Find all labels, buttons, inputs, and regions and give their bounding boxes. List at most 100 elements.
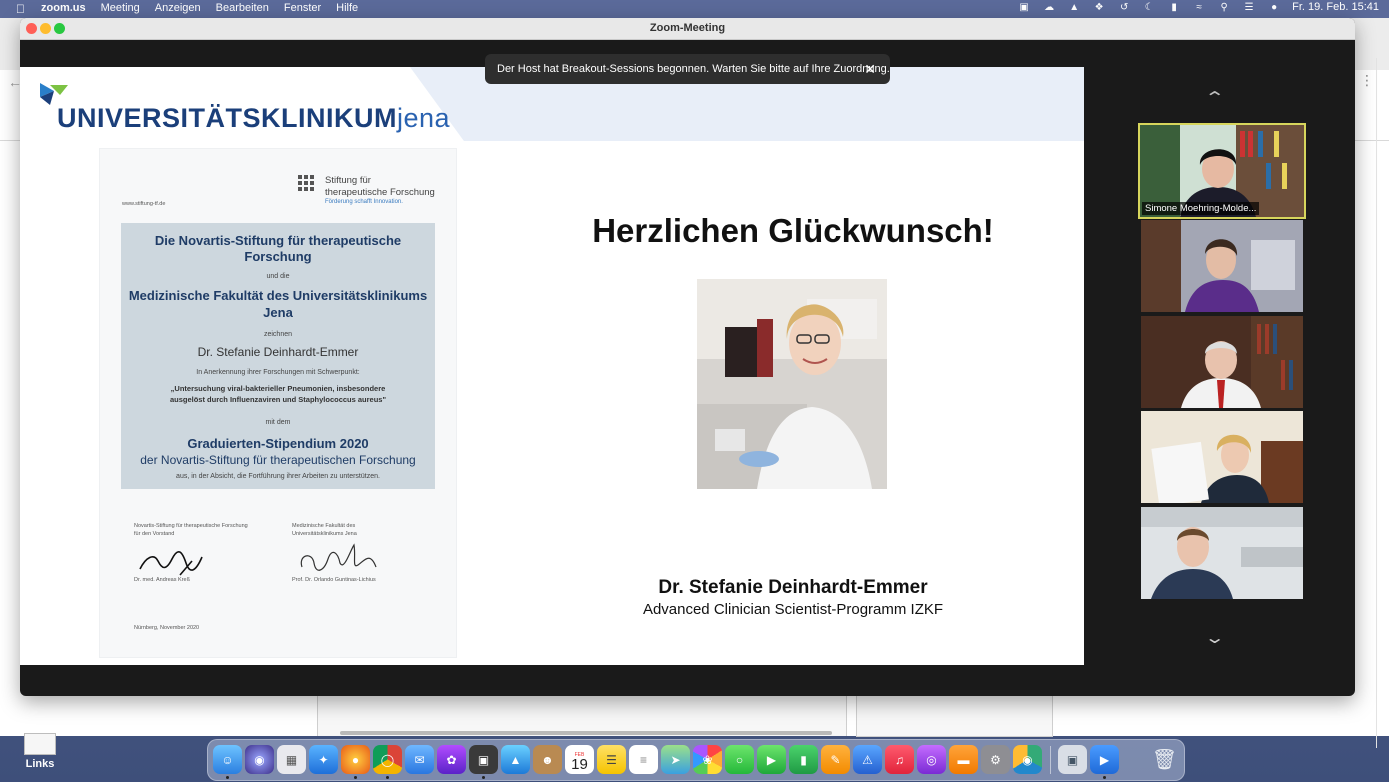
facetime-icon[interactable]: ▶ xyxy=(757,745,786,774)
certificate-faculty: Medizinische Fakultät des Universitätskl… xyxy=(128,288,428,320)
warning-icon[interactable]: ▲ xyxy=(1067,1,1081,13)
logo-main-text: UNIVERSITÄTSKLINIKUM xyxy=(57,103,397,133)
shared-slide: UNIVERSITÄTSKLINIKUMjena Stiftung für the… xyxy=(20,67,1084,665)
slide-person-name: Dr. Stefanie Deinhardt-Emmer xyxy=(658,577,928,598)
minimize-window-button[interactable] xyxy=(40,23,51,34)
close-icon[interactable]: ✕ xyxy=(864,61,876,78)
maps-icon[interactable]: ➤ xyxy=(661,745,690,774)
signature-left-line2: für den Vorstand xyxy=(134,531,175,537)
signature-right-block: Medizinische Fakultät des Universitätskl… xyxy=(292,522,357,538)
participant-video xyxy=(1141,507,1303,599)
extension-icon[interactable]: ❖ xyxy=(1092,1,1106,13)
foundation-name-line1: Stiftung für xyxy=(325,175,371,186)
document-icon xyxy=(24,733,56,755)
menu-clock[interactable]: Fr. 19. Feb. 15:41 xyxy=(1292,1,1379,13)
do-not-disturb-icon[interactable]: ☾ xyxy=(1142,1,1156,13)
dock-separator xyxy=(1050,746,1051,774)
calendar-icon[interactable]: FEB 19 xyxy=(565,745,594,774)
music-icon[interactable]: ♫ xyxy=(885,745,914,774)
menu-meeting[interactable]: Meeting xyxy=(101,2,140,14)
background-side-pane xyxy=(856,696,1053,737)
more-options-icon[interactable]: ⋮ xyxy=(1360,72,1374,89)
battery-icon[interactable]: ▮ xyxy=(1167,1,1181,13)
firefox-icon[interactable]: ● xyxy=(341,745,370,774)
desktop-icon-links[interactable]: Links xyxy=(22,733,58,777)
certificate-award: Graduierten-Stipendium 2020 xyxy=(187,436,369,451)
slide-headline: Herzlichen Glückwunsch! xyxy=(592,212,994,249)
menu-bar:  zoom.us Meeting Anzeigen Bearbeiten Fe… xyxy=(0,0,1389,18)
photos-icon[interactable]: ❀ xyxy=(693,745,722,774)
horizontal-scrollbar[interactable] xyxy=(340,731,832,735)
participant-tile[interactable] xyxy=(1141,411,1303,503)
wifi-icon[interactable]: ≈ xyxy=(1192,1,1206,13)
breakout-notification-text: Der Host hat Breakout-Sessions begonnen.… xyxy=(497,63,890,75)
foundation-website: www.stiftung-tf.de xyxy=(122,201,166,207)
safari-icon[interactable]: ✦ xyxy=(309,745,338,774)
podcasts-icon[interactable]: ◎ xyxy=(917,745,946,774)
user-icon[interactable]: ● xyxy=(1267,1,1281,13)
app-store-icon[interactable]: ▲ xyxy=(501,745,530,774)
signature-left-name: Dr. med. Andreas Kreß xyxy=(134,577,190,583)
photo-booth-icon[interactable]: ▣ xyxy=(469,745,498,774)
screen-share-icon[interactable]: ▣ xyxy=(1017,1,1031,13)
books-icon[interactable]: ▬ xyxy=(949,745,978,774)
menu-anzeigen[interactable]: Anzeigen xyxy=(155,2,201,14)
participant-tile[interactable] xyxy=(1141,507,1303,599)
numbers-icon[interactable]: ▮ xyxy=(789,745,818,774)
running-indicator xyxy=(354,776,357,779)
certificate-place-date: Nürnberg, November 2020 xyxy=(134,625,200,631)
chrome-icon[interactable]: ◯ xyxy=(373,745,402,774)
running-indicator xyxy=(226,776,229,779)
notes-icon[interactable]: ☰ xyxy=(597,745,626,774)
signature-right-name: Prof. Dr. Orlando Guntinas-Lichius xyxy=(292,577,376,583)
zoom-title-bar[interactable]: Zoom-Meeting xyxy=(20,18,1355,40)
contacts-icon[interactable]: ☻ xyxy=(533,745,562,774)
pages-icon[interactable]: ✎ xyxy=(821,745,850,774)
dock: ☺ ◉ ▦ ✦ ● ◯ ✉ ✿ ▣ ▲ ☻ FEB 19 ☰ ≡ ➤ ❀ ○ ▶… xyxy=(207,739,1185,781)
control-center-icon[interactable]: ☰ xyxy=(1242,1,1256,13)
screenshot-preview-icon[interactable]: ▣ xyxy=(1058,745,1087,774)
mail-icon[interactable]: ✉ xyxy=(405,745,434,774)
messages-icon[interactable]: ○ xyxy=(725,745,754,774)
certificate-recipient: Dr. Stefanie Deinhardt-Emmer xyxy=(197,345,359,359)
menu-list: zoom.us Meeting Anzeigen Bearbeiten Fens… xyxy=(41,2,358,14)
participant-tile[interactable] xyxy=(1141,220,1303,312)
menu-bearbeiten[interactable]: Bearbeiten xyxy=(216,2,269,14)
reminders-icon[interactable]: ≡ xyxy=(629,745,658,774)
search-icon[interactable]: ⚲ xyxy=(1217,1,1231,13)
network-app-icon[interactable]: ◉ xyxy=(1013,745,1042,774)
graphics-app-icon[interactable]: ✿ xyxy=(437,745,466,774)
running-indicator xyxy=(482,776,485,779)
status-area: ▣ ☁ ▲ ❖ ↺ ☾ ▮ ≈ ⚲ ☰ ● Fr. 19. Feb. 15:41 xyxy=(1017,1,1379,13)
certificate-und-die: und die xyxy=(266,273,290,280)
menu-app-name[interactable]: zoom.us xyxy=(41,2,86,14)
certificate-award-by: der Novartis-Stiftung für therapeutische… xyxy=(140,453,416,467)
participant-tile[interactable] xyxy=(1141,316,1303,408)
foundation-slogan: Förderung schafft Innovation. xyxy=(325,199,403,205)
certificate-topic-line2: ausgelöst durch Influenzaviren und Staph… xyxy=(169,395,387,404)
zoom-app-icon[interactable]: ▶ xyxy=(1090,745,1119,774)
foundation-cube-icon xyxy=(298,175,314,191)
apple-menu-icon[interactable]:  xyxy=(16,2,25,16)
time-machine-icon[interactable]: ↺ xyxy=(1117,1,1131,13)
certificate-zeichnen: zeichnen xyxy=(263,331,293,338)
close-window-button[interactable] xyxy=(26,23,37,34)
weather-icon[interactable]: ☁ xyxy=(1042,1,1056,13)
chevron-up-icon[interactable]: ⌃ xyxy=(1204,88,1225,108)
chevron-down-icon[interactable]: ⌄ xyxy=(1204,628,1225,648)
portrait-photo xyxy=(697,279,887,489)
menu-fenster[interactable]: Fenster xyxy=(284,2,321,14)
siri-icon[interactable]: ◉ xyxy=(245,745,274,774)
menu-hilfe[interactable]: Hilfe xyxy=(336,2,358,14)
keynote-icon[interactable]: ⚠ xyxy=(853,745,882,774)
maximize-window-button[interactable] xyxy=(54,23,65,34)
desktop-icon-label: Links xyxy=(25,758,55,770)
finder-icon[interactable]: ☺ xyxy=(213,745,242,774)
launchpad-icon[interactable]: ▦ xyxy=(277,745,306,774)
signature-right-line2: Universitätsklinikums Jena xyxy=(292,531,357,537)
signature-right-line1: Medizinische Fakultät des xyxy=(292,523,356,529)
participant-tile-active[interactable]: Simone Moehring-Molde... xyxy=(1138,123,1306,219)
trash-icon[interactable]: 🗑 xyxy=(1150,745,1179,774)
background-rule xyxy=(1376,58,1377,748)
system-preferences-icon[interactable]: ⚙ xyxy=(981,745,1010,774)
